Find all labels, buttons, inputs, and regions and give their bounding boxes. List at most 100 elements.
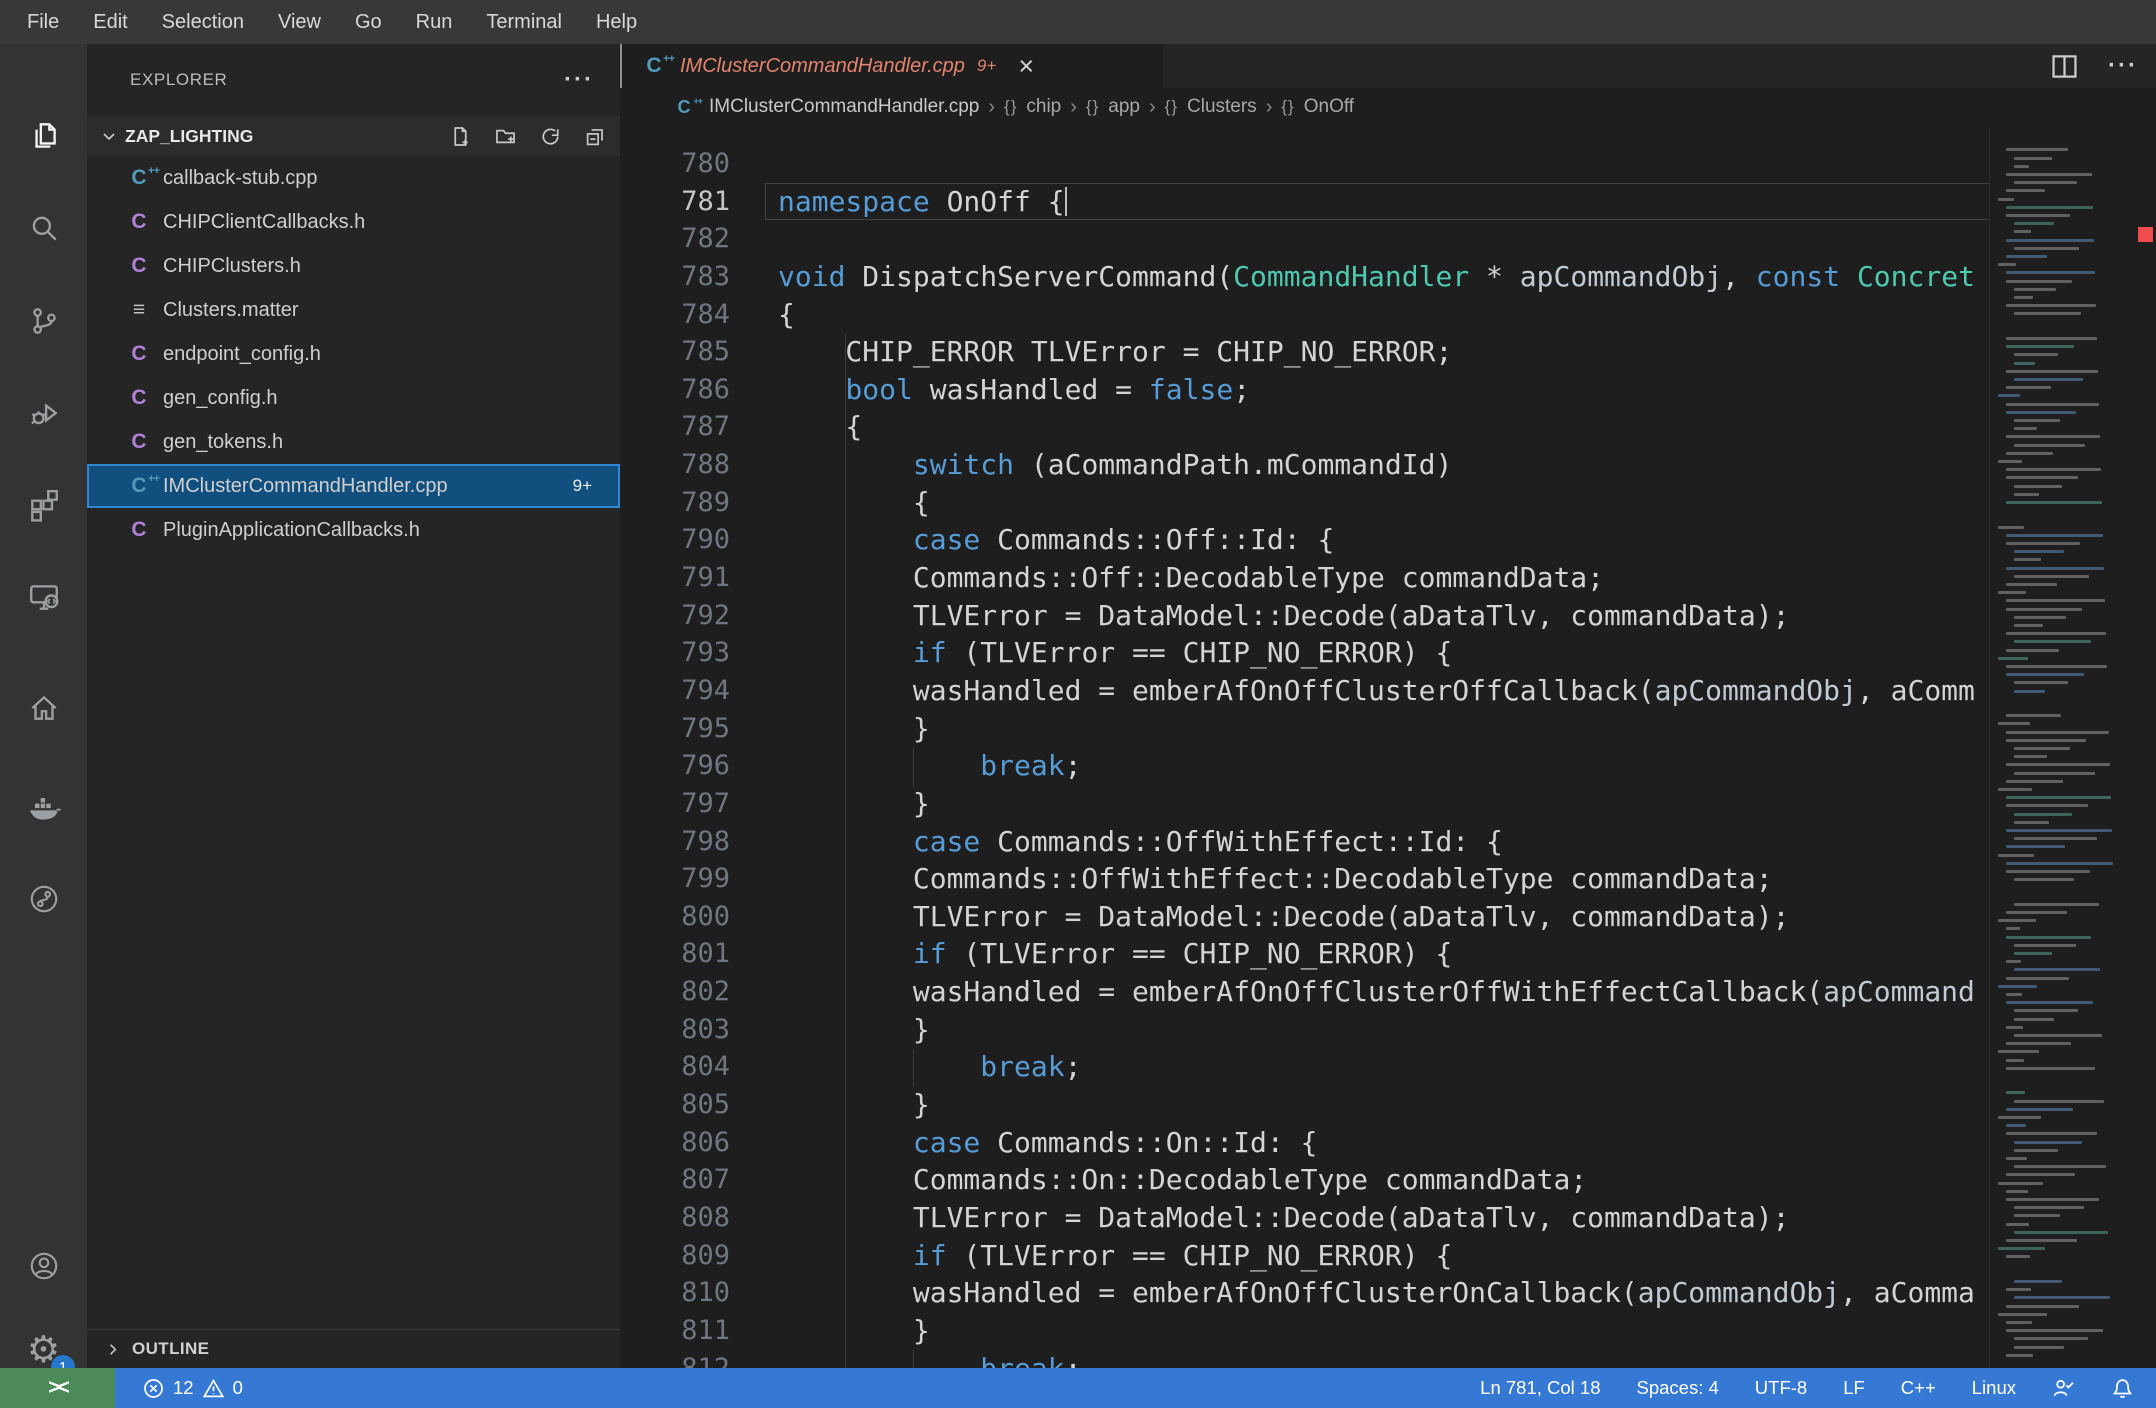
- breadcrumb-file[interactable]: IMClusterCommandHandler.cpp: [709, 96, 979, 118]
- minimap[interactable]: [1989, 126, 2133, 1368]
- code-line-789[interactable]: 789 {: [620, 484, 1990, 522]
- code-line-798[interactable]: 798 case Commands::OffWithEffect::Id: {: [620, 823, 1990, 861]
- menu-item-terminal[interactable]: Terminal: [469, 0, 579, 44]
- code-line-803[interactable]: 803 }: [620, 1011, 1990, 1049]
- code-line-783[interactable]: 783 void DispatchServerCommand(CommandHan…: [620, 258, 1990, 296]
- menu-item-file[interactable]: File: [10, 0, 76, 44]
- menu-item-run[interactable]: Run: [399, 0, 470, 44]
- code-line-810[interactable]: 810 wasHandled = emberAfOnOffClusterOnCa…: [620, 1274, 1990, 1312]
- remote-explorer-icon[interactable]: [0, 561, 87, 633]
- remote-indicator[interactable]: ><: [0, 1368, 115, 1408]
- menu-item-selection[interactable]: Selection: [145, 0, 261, 44]
- editor-actions: ···: [2051, 44, 2138, 88]
- code-line-790[interactable]: 790 case Commands::Off::Id: {: [620, 521, 1990, 559]
- status-encoding[interactable]: UTF-8: [1755, 1377, 1807, 1399]
- file-row-CHIPClientCallbacks.h[interactable]: C CHIPClientCallbacks.h: [87, 200, 620, 244]
- new-folder-icon[interactable]: [495, 126, 516, 147]
- code-line-808[interactable]: 808 TLVError = DataModel::Decode(aDataTl…: [620, 1199, 1990, 1237]
- minimap-line: [1998, 263, 2016, 267]
- minimap-line: [2014, 427, 2037, 431]
- code-line-805[interactable]: 805 }: [620, 1086, 1990, 1124]
- code-line-800[interactable]: 800 TLVError = DataModel::Decode(aDataTl…: [620, 898, 1990, 936]
- breadcrumb-item-chip[interactable]: chip: [1026, 96, 1061, 118]
- file-row-gen_tokens.h[interactable]: Cgen_tokens.h: [87, 420, 620, 464]
- file-row-endpoint_config.h[interactable]: Cendpoint_config.h: [87, 332, 620, 376]
- menu-item-view[interactable]: View: [261, 0, 338, 44]
- search-icon[interactable]: [0, 193, 87, 265]
- menu-item-go[interactable]: Go: [338, 0, 399, 44]
- file-row-IMClusterCommandHandler.cpp[interactable]: C ++ IMClusterCommandHandler.cpp 9+: [87, 464, 620, 508]
- file-row-callback-stub.cpp[interactable]: C ++ callback-stub.cpp: [87, 156, 620, 200]
- explorer-sidebar: EXPLORER ··· ZAP_LIGHTING C ++ callback-st…: [87, 44, 620, 1368]
- status-eol-indicator[interactable]: LF: [1843, 1377, 1865, 1399]
- code-line-801[interactable]: 801 if (TLVError == CHIP_NO_ERROR) {: [620, 935, 1990, 973]
- code-line-784[interactable]: 784 {: [620, 296, 1990, 334]
- file-row-Clusters.matter[interactable]: ≡ Clusters.matter: [87, 288, 620, 332]
- code-line-792[interactable]: 792 TLVError = DataModel::Decode(aDataTl…: [620, 597, 1990, 635]
- code-line-785[interactable]: 785 CHIP_ERROR TLVError = CHIP_NO_ERROR;: [620, 333, 1990, 371]
- code-line-799[interactable]: 799 Commands::OffWithEffect::DecodableTy…: [620, 860, 1990, 898]
- code-line-809[interactable]: 809 if (TLVError == CHIP_NO_ERROR) {: [620, 1237, 1990, 1275]
- collapse-all-icon[interactable]: [585, 126, 606, 147]
- new-file-icon[interactable]: [450, 126, 471, 147]
- code-line-786[interactable]: 786 bool wasHandled = false;: [620, 371, 1990, 409]
- code-line-780[interactable]: 780: [620, 145, 1990, 183]
- file-row-PluginApplicationCallbacks.h[interactable]: C PluginApplicationCallbacks.h: [87, 508, 620, 552]
- breadcrumb-item-onoff[interactable]: OnOff: [1304, 96, 1354, 118]
- status-language-mode[interactable]: C++: [1901, 1377, 1936, 1399]
- source-control-icon[interactable]: [0, 285, 87, 357]
- code-line-806[interactable]: 806 case Commands::On::Id: {: [620, 1124, 1990, 1162]
- explorer-icon[interactable]: [0, 100, 87, 172]
- code-line-807[interactable]: 807 Commands::On::DecodableType commandD…: [620, 1161, 1990, 1199]
- code-line-788[interactable]: 788 switch (aCommandPath.mCommandId): [620, 446, 1990, 484]
- split-editor-icon[interactable]: [2051, 53, 2078, 80]
- explorer-more-icon[interactable]: ···: [564, 66, 594, 94]
- accounts-icon[interactable]: [0, 1230, 87, 1302]
- minimap-line: [2014, 902, 2099, 906]
- minimap-line: [1998, 591, 2026, 595]
- extensions-icon[interactable]: [0, 469, 87, 541]
- editor-more-icon[interactable]: ···: [2108, 52, 2138, 80]
- code-line-781[interactable]: 781 namespace OnOff {: [620, 182, 1990, 221]
- minimap-line: [2014, 968, 2100, 972]
- folder-section-header[interactable]: ZAP_LIGHTING: [87, 116, 620, 156]
- file-row-gen_config.h[interactable]: Cgen_config.h: [87, 376, 620, 420]
- code-line-797[interactable]: 797 }: [620, 785, 1990, 823]
- menu-item-help[interactable]: Help: [579, 0, 654, 44]
- code-line-804[interactable]: 804 break;: [620, 1048, 1990, 1086]
- home-icon[interactable]: [0, 671, 87, 743]
- code-line-795[interactable]: 795 }: [620, 710, 1990, 748]
- code-line-791[interactable]: 791 Commands::Off::DecodableType command…: [620, 559, 1990, 597]
- breadcrumb-item-app[interactable]: app: [1108, 96, 1140, 118]
- code-line-787[interactable]: 787 {: [620, 408, 1990, 446]
- code-area[interactable]: 780 781 namespace OnOff {782 783 void Dispat…: [620, 126, 1990, 1368]
- run-debug-icon[interactable]: [0, 377, 87, 449]
- code-line-793[interactable]: 793 if (TLVError == CHIP_NO_ERROR) {: [620, 634, 1990, 672]
- file-row-CHIPClusters.h[interactable]: C CHIPClusters.h: [87, 244, 620, 288]
- code-text: if (TLVError == CHIP_NO_ERROR) {: [730, 634, 1452, 672]
- status-os-indicator[interactable]: Linux: [1972, 1377, 2016, 1399]
- feedback-icon[interactable]: [2052, 1377, 2075, 1400]
- breadcrumb-item-clusters[interactable]: Clusters: [1187, 96, 1257, 118]
- problems-indicator[interactable]: 12 0: [143, 1377, 243, 1399]
- status-indent-setting[interactable]: Spaces: 4: [1637, 1377, 1719, 1399]
- overview-ruler-scrollbar[interactable]: [2133, 126, 2156, 1368]
- code-line-811[interactable]: 811 }: [620, 1312, 1990, 1350]
- docker-icon[interactable]: [0, 771, 87, 843]
- refresh-icon[interactable]: [540, 126, 561, 147]
- bell-icon[interactable]: [2111, 1377, 2134, 1400]
- gitlens-icon[interactable]: [0, 863, 87, 935]
- tab-imclustercommandhandler[interactable]: C ++ IMClusterCommandHandler.cpp 9+ ×: [622, 44, 1163, 88]
- code-line-782[interactable]: 782: [620, 220, 1990, 258]
- code-line-802[interactable]: 802 wasHandled = emberAfOnOffClusterOffW…: [620, 973, 1990, 1011]
- outline-section[interactable]: OUTLINE: [87, 1329, 620, 1368]
- code-line-812[interactable]: 812 break;: [620, 1350, 1990, 1369]
- line-number: 791: [681, 562, 730, 594]
- menu-item-edit[interactable]: Edit: [76, 0, 144, 44]
- status-cursor-position[interactable]: Ln 781, Col 18: [1480, 1377, 1600, 1399]
- code-line-794[interactable]: 794 wasHandled = emberAfOnOffClusterOffC…: [620, 672, 1990, 710]
- code-line-796[interactable]: 796 break;: [620, 747, 1990, 785]
- file-name: gen_config.h: [163, 386, 278, 409]
- close-icon[interactable]: ×: [1018, 52, 1034, 80]
